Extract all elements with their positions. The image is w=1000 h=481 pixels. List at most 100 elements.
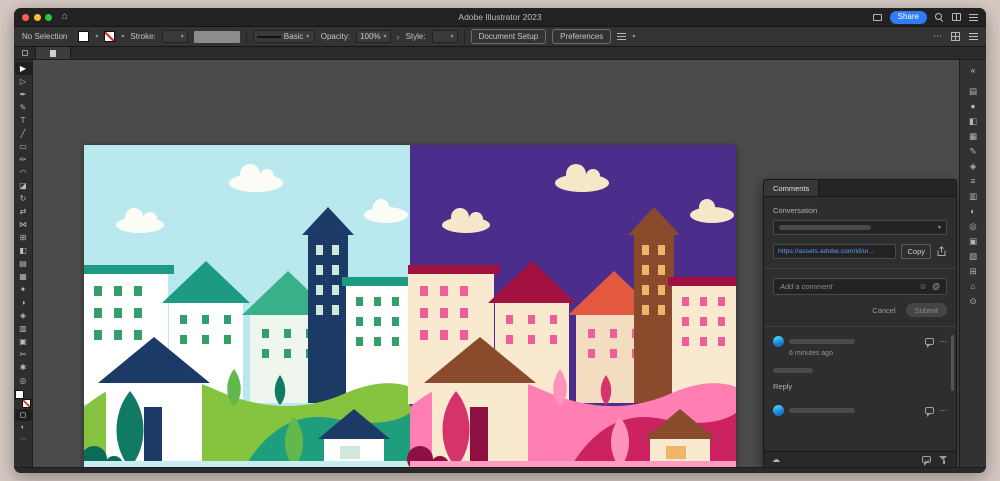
- snap-grid-icon[interactable]: [951, 32, 960, 41]
- opacity-dropdown[interactable]: 100% ▾: [356, 30, 390, 43]
- appearance-panel-icon[interactable]: ◎: [964, 219, 983, 233]
- line-segment-tool[interactable]: ╱: [15, 127, 32, 140]
- shaper-tool[interactable]: ◠: [15, 166, 32, 179]
- slice-tool[interactable]: ✂: [15, 348, 32, 361]
- libraries-panel-icon[interactable]: ⌂: [964, 279, 983, 293]
- paintbrush-tool[interactable]: ✏: [15, 153, 32, 166]
- artboards-panel-icon[interactable]: ⊞: [964, 264, 983, 278]
- chevron-down-icon: ▾: [306, 33, 309, 40]
- width-tool[interactable]: ⋈: [15, 218, 32, 231]
- more-options-icon[interactable]: ⋯: [939, 407, 947, 415]
- fill-stroke-swatches[interactable]: [15, 390, 31, 408]
- app-menu-icon[interactable]: [969, 14, 978, 21]
- device-preview-icon[interactable]: [873, 14, 882, 21]
- brush-definition-dropdown[interactable]: Basic ▾: [253, 30, 315, 43]
- variable-width-field: [194, 31, 240, 43]
- workspace-switcher-icon[interactable]: [952, 13, 961, 21]
- hand-tool[interactable]: ✱: [15, 361, 32, 374]
- text-align-icon[interactable]: [617, 33, 626, 41]
- share-export-icon[interactable]: [936, 246, 947, 257]
- search-icon[interactable]: [935, 13, 944, 22]
- eyedropper-tool[interactable]: ✦: [15, 283, 32, 296]
- scrollbar[interactable]: [951, 335, 954, 391]
- free-transform-tool[interactable]: ⊞: [15, 231, 32, 244]
- artwork-city-illustration[interactable]: [84, 145, 736, 467]
- edit-toolbar-icon[interactable]: ⋯: [15, 433, 32, 445]
- control-bar: No Selection ▾ ▾ Stroke: ▾ Basic ▾ Opaci…: [14, 26, 986, 47]
- document-setup-button[interactable]: Document Setup: [471, 29, 547, 44]
- blend-tool[interactable]: ◑: [15, 296, 32, 309]
- add-comment-input[interactable]: Add a comment ☺ @: [773, 278, 947, 295]
- copy-link-button[interactable]: Copy: [901, 244, 931, 259]
- emoji-icon[interactable]: ☺: [919, 282, 927, 291]
- comments-tab[interactable]: Comments: [764, 180, 819, 196]
- color-guide-panel-icon[interactable]: ◧: [964, 114, 983, 128]
- layers-panel-icon[interactable]: ▧: [964, 249, 983, 263]
- canvas[interactable]: Comments Conversation ▾ https://assets.a…: [33, 60, 959, 467]
- color-panel-icon[interactable]: ●: [964, 99, 983, 113]
- comment-bubble-icon[interactable]: [925, 407, 934, 414]
- draw-mode-icon[interactable]: ▢: [15, 409, 32, 421]
- brushes-panel-icon[interactable]: ✎: [964, 144, 983, 158]
- filter-icon[interactable]: [939, 455, 948, 464]
- stroke-color-caret-icon[interactable]: ▾: [121, 33, 124, 40]
- document-icon: [50, 50, 56, 57]
- stroke-swatch-icon[interactable]: [22, 399, 31, 408]
- properties-panel-icon[interactable]: ▤: [964, 84, 983, 98]
- document-tab-bar: [14, 47, 986, 60]
- comments-panel-icon[interactable]: ⊙: [964, 294, 983, 308]
- cancel-button[interactable]: Cancel: [872, 306, 895, 315]
- fill-color-caret-icon[interactable]: ▾: [95, 33, 98, 40]
- stroke-weight-dropdown[interactable]: ▾: [162, 30, 188, 43]
- graphic-styles-panel-icon[interactable]: ▣: [964, 234, 983, 248]
- collapse-panels-icon[interactable]: «: [964, 63, 983, 77]
- type-tool[interactable]: T: [15, 114, 32, 127]
- preferences-button[interactable]: Preferences: [552, 29, 611, 44]
- transparency-panel-icon[interactable]: ◐: [964, 204, 983, 218]
- graphic-style-dropdown[interactable]: ▾: [432, 30, 458, 43]
- share-button[interactable]: Share: [890, 11, 927, 24]
- resolved-comments-icon[interactable]: [922, 456, 931, 463]
- direct-selection-tool[interactable]: ▷: [15, 75, 32, 88]
- scale-tool[interactable]: ⇄: [15, 205, 32, 218]
- selection-tool[interactable]: ▶: [15, 62, 32, 75]
- reply-button[interactable]: Reply: [773, 382, 947, 391]
- artboard-tool[interactable]: ▣: [15, 335, 32, 348]
- comment-bubble-icon[interactable]: [925, 338, 934, 345]
- chevron-down-icon[interactable]: ▾: [632, 33, 635, 40]
- stroke-panel-icon[interactable]: ≡: [964, 174, 983, 188]
- comment-item: ⋯: [773, 405, 947, 416]
- document-tab[interactable]: [35, 47, 71, 59]
- stroke-color-swatch[interactable]: [104, 31, 115, 42]
- zoom-tool[interactable]: ◎: [15, 374, 32, 387]
- eraser-tool[interactable]: ◪: [15, 179, 32, 192]
- shape-builder-tool[interactable]: ◧: [15, 244, 32, 257]
- screen-mode-icon[interactable]: ◐: [15, 421, 32, 433]
- pen-tool[interactable]: ✒: [15, 88, 32, 101]
- tab-overflow-icon[interactable]: [22, 50, 28, 56]
- share-link-row: https://assets.adobe.com/id/ur... Copy: [773, 244, 947, 259]
- curvature-tool[interactable]: ✎: [15, 101, 32, 114]
- gradient-panel-icon[interactable]: ▥: [964, 189, 983, 203]
- mention-icon[interactable]: @: [932, 282, 940, 291]
- fill-swatch-icon[interactable]: [15, 390, 24, 399]
- share-link-field[interactable]: https://assets.adobe.com/id/ur...: [773, 244, 896, 259]
- artwork-day-half[interactable]: [84, 145, 412, 467]
- more-options-chevron-icon[interactable]: ›: [397, 32, 400, 42]
- symbols-panel-icon[interactable]: ◈: [964, 159, 983, 173]
- rotate-tool[interactable]: ↻: [15, 192, 32, 205]
- conversation-dropdown[interactable]: ▾: [773, 220, 947, 235]
- symbol-sprayer-tool[interactable]: ◈: [15, 309, 32, 322]
- gradient-tool[interactable]: ▤: [15, 257, 32, 270]
- fill-color-swatch[interactable]: [78, 31, 89, 42]
- rectangle-tool[interactable]: ▭: [15, 140, 32, 153]
- mesh-tool[interactable]: ▦: [15, 270, 32, 283]
- more-options-icon[interactable]: ⋯: [939, 338, 947, 346]
- column-graph-tool[interactable]: ▥: [15, 322, 32, 335]
- swatches-panel-icon[interactable]: ▦: [964, 129, 983, 143]
- artwork-night-half[interactable]: [407, 145, 736, 467]
- submit-button[interactable]: Submit: [906, 303, 947, 317]
- more-tools-icon[interactable]: ⋯: [933, 32, 942, 41]
- panel-menu-icon[interactable]: [969, 33, 978, 40]
- comments-list: ⋯ 6 minutes ago Reply: [773, 327, 947, 451]
